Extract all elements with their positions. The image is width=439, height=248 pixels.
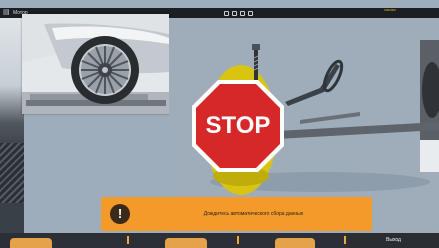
app-window: ▤ Мотор 0000000 STOP ! Дождитесь автомат… xyxy=(0,0,439,248)
notification-banner: ! Дождитесь автоматического сбора данных xyxy=(101,197,372,231)
stop-sign: STOP xyxy=(191,79,285,173)
exit-button-label: Выход xyxy=(386,237,401,243)
step-segment-3[interactable] xyxy=(275,238,315,248)
exit-button[interactable]: Выход xyxy=(348,233,439,248)
notification-text: Дождитесь автоматического сбора данных xyxy=(203,211,304,217)
step-segment-1[interactable] xyxy=(10,238,52,248)
step-segment-2[interactable] xyxy=(165,238,207,248)
step-marker-3 xyxy=(344,236,346,244)
step-marker-1 xyxy=(127,236,129,244)
stop-sign-text: STOP xyxy=(205,112,271,139)
warning-icon: ! xyxy=(110,204,130,224)
step-marker-2 xyxy=(237,236,239,244)
